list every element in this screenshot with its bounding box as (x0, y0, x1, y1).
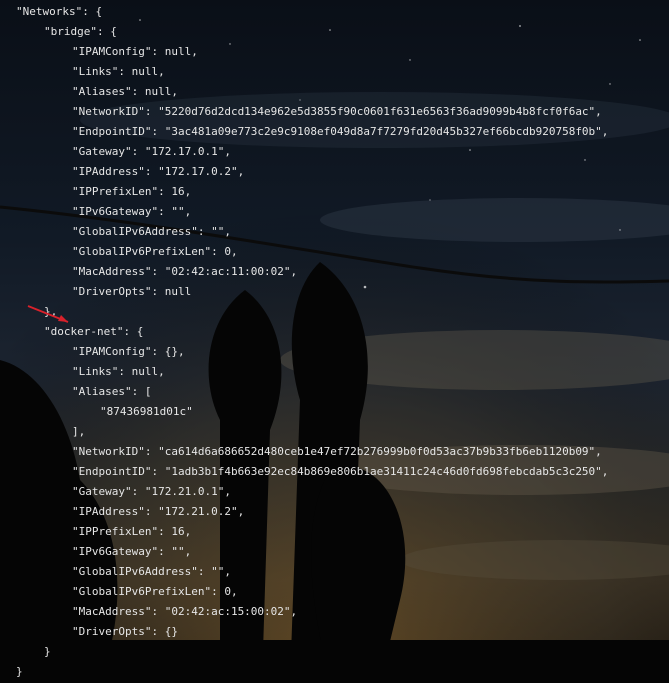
code-line: "IPv6Gateway": "", (16, 202, 608, 222)
code-line: "GlobalIPv6PrefixLen": 0, (16, 582, 608, 602)
code-line: "IPAMConfig": null, (16, 42, 608, 62)
code-line: "Aliases": [ (16, 382, 608, 402)
code-text: "Gateway": "172.17.0.1", (72, 145, 231, 158)
code-line: ], (16, 422, 608, 442)
code-text: "EndpointID": "1adb3b1f4b663e92ec84b869e… (72, 465, 609, 478)
code-line: "NetworkID": "5220d76d2dcd134e962e5d3855… (16, 102, 608, 122)
code-text: "IPAddress": "172.17.0.2", (72, 165, 245, 178)
code-text: "GlobalIPv6PrefixLen": 0, (72, 585, 238, 598)
code-line: } (16, 642, 608, 662)
code-line: "Gateway": "172.21.0.1", (16, 482, 608, 502)
code-line: "bridge": { (16, 22, 608, 42)
code-line: "GlobalIPv6PrefixLen": 0, (16, 242, 608, 262)
code-line: "IPAMConfig": {}, (16, 342, 608, 362)
code-text: "NetworkID": "5220d76d2dcd134e962e5d3855… (72, 105, 602, 118)
code-text: "Aliases": [ (72, 385, 152, 398)
code-text: "MacAddress": "02:42:ac:11:00:02", (72, 265, 298, 278)
code-line: "IPv6Gateway": "", (16, 542, 608, 562)
code-line: "EndpointID": "3ac481a09e773c2e9c9108ef0… (16, 122, 608, 142)
code-line: "EndpointID": "1adb3b1f4b663e92ec84b869e… (16, 462, 608, 482)
code-line: "GlobalIPv6Address": "", (16, 222, 608, 242)
code-line: "IPPrefixLen": 16, (16, 522, 608, 542)
code-text: "MacAddress": "02:42:ac:15:00:02", (72, 605, 298, 618)
code-text: } (44, 645, 51, 658)
code-text: "87436981d01c" (100, 405, 193, 418)
code-text: "Aliases": null, (72, 85, 178, 98)
code-line: "DriverOpts": null (16, 282, 608, 302)
code-text: "IPPrefixLen": 16, (72, 525, 192, 538)
code-line: "IPPrefixLen": 16, (16, 182, 608, 202)
code-line: "MacAddress": "02:42:ac:15:00:02", (16, 602, 608, 622)
code-text: "IPv6Gateway": "", (72, 205, 192, 218)
code-text: "IPPrefixLen": 16, (72, 185, 192, 198)
code-line: "Aliases": null, (16, 82, 608, 102)
code-line: "Gateway": "172.17.0.1", (16, 142, 608, 162)
code-line: "IPAddress": "172.17.0.2", (16, 162, 608, 182)
code-text: "IPv6Gateway": "", (72, 545, 192, 558)
code-line: "Links": null, (16, 362, 608, 382)
code-text: "NetworkID": "ca614d6a686652d480ceb1e47e… (72, 445, 602, 458)
code-text: "Links": null, (72, 365, 165, 378)
code-line: "IPAddress": "172.21.0.2", (16, 502, 608, 522)
code-text: } (16, 665, 23, 678)
code-text: "IPAMConfig": null, (72, 45, 198, 58)
code-text: "GlobalIPv6Address": "", (72, 225, 231, 238)
code-text: "Gateway": "172.21.0.1", (72, 485, 231, 498)
code-line: "docker-net": { (16, 322, 608, 342)
code-line: "MacAddress": "02:42:ac:11:00:02", (16, 262, 608, 282)
code-line: "87436981d01c" (16, 402, 608, 422)
code-text: "GlobalIPv6Address": "", (72, 565, 231, 578)
code-text: "GlobalIPv6PrefixLen": 0, (72, 245, 238, 258)
code-text: "Links": null, (72, 65, 165, 78)
code-text: "EndpointID": "3ac481a09e773c2e9c9108ef0… (72, 125, 609, 138)
code-text: "Networks": { (16, 5, 103, 18)
code-text: "bridge": { (44, 25, 117, 38)
code-line: }, (16, 302, 608, 322)
red-arrow-icon (27, 305, 69, 323)
code-line: "GlobalIPv6Address": "", (16, 562, 608, 582)
code-text: "DriverOpts": {} (72, 625, 178, 638)
code-line: "NetworkID": "ca614d6a686652d480ceb1e47e… (16, 442, 608, 462)
code-text: "DriverOpts": null (72, 285, 192, 298)
code-text: ], (72, 425, 86, 438)
json-code-view: "Networks": { "bridge": { "IPAMConfig": nu… (0, 0, 608, 682)
code-text: "IPAddress": "172.21.0.2", (72, 505, 245, 518)
code-line: "DriverOpts": {} (16, 622, 608, 642)
code-text: "IPAMConfig": {}, (72, 345, 185, 358)
code-line: } (16, 662, 608, 682)
code-line: "Links": null, (16, 62, 608, 82)
code-line: "Networks": { (16, 2, 608, 22)
